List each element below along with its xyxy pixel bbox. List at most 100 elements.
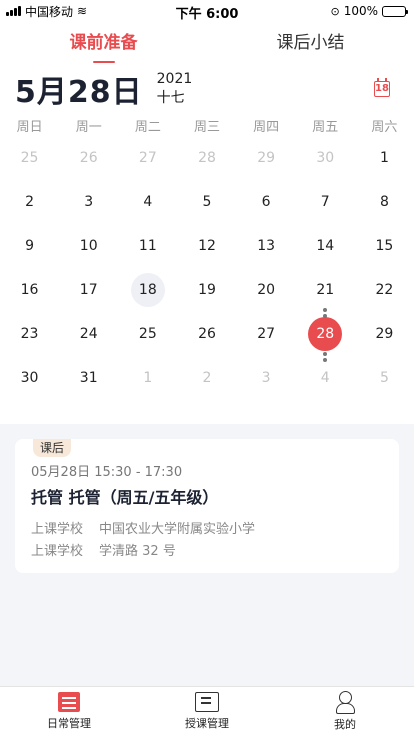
calendar-day[interactable]: 26	[59, 136, 118, 180]
calendar-day[interactable]: 30	[296, 136, 355, 180]
day-number: 30	[20, 370, 39, 386]
calendar-week: 25 26 27 28 29 30 1	[0, 136, 414, 180]
calendar-week: 23 24 25 26 27 28 29	[0, 312, 414, 356]
tab-pre-class[interactable]: 课前准备	[0, 22, 207, 64]
status-left: 中国移动 ≋	[6, 3, 87, 20]
day-number: 16	[20, 282, 39, 298]
day-number: 7	[320, 194, 330, 210]
calendar-day[interactable]: 9	[0, 224, 59, 268]
calendar-today-icon[interactable]: 18	[374, 78, 390, 97]
calendar-day[interactable]: 16	[0, 268, 59, 312]
day-number: 8	[379, 194, 389, 210]
carrier-label: 中国移动	[25, 4, 74, 19]
calendar-day[interactable]: 17	[59, 268, 118, 312]
calendar-day[interactable]: 8	[355, 180, 414, 224]
day-number: 4	[143, 194, 153, 210]
day-number: 26	[79, 150, 98, 166]
calendar-day[interactable]: 4	[296, 356, 355, 400]
tab-label: 我的	[334, 718, 356, 731]
day-number: 1	[143, 370, 153, 386]
orientation-lock-icon: ⊙	[330, 4, 340, 18]
calendar-day[interactable]: 11	[118, 224, 177, 268]
profile-icon	[335, 691, 355, 714]
day-number: 1	[379, 150, 389, 166]
calendar-day[interactable]: 29	[355, 312, 414, 356]
calendar-day[interactable]: 21	[296, 268, 355, 312]
weekday-header: 周日 周一 周二 周三 周四 周五 周六	[0, 114, 414, 136]
battery-percent: 100%	[343, 4, 378, 18]
row-value: 学清路 32 号	[99, 544, 176, 559]
day-number: 28	[308, 317, 343, 351]
calendar-week: 16 17 18 19 20 21 22	[0, 268, 414, 312]
calendar-day[interactable]: 5	[355, 356, 414, 400]
day-number: 28	[198, 150, 216, 166]
calendar-day[interactable]: 20	[237, 268, 296, 312]
day-number: 5	[379, 370, 389, 386]
calendar-day[interactable]: 27	[118, 136, 177, 180]
calendar-day[interactable]: 6	[237, 180, 296, 224]
calendar-day-today[interactable]: 18	[118, 268, 177, 312]
calendar-day[interactable]: 7	[296, 180, 355, 224]
calendar-day[interactable]: 30	[0, 356, 59, 400]
calendar-day[interactable]: 25	[0, 136, 59, 180]
calendar-day[interactable]: 2	[0, 180, 59, 224]
daily-management-icon	[58, 692, 80, 712]
calendar-day[interactable]: 4	[118, 180, 177, 224]
day-number: 21	[316, 282, 335, 298]
battery-icon	[382, 5, 408, 17]
calendar-day[interactable]: 3	[59, 180, 118, 224]
calendar-day[interactable]: 15	[355, 224, 414, 268]
tab-label: 授课管理	[185, 717, 229, 730]
weekday-label: 周三	[193, 119, 220, 135]
calendar-day[interactable]: 22	[355, 268, 414, 312]
calendar-day[interactable]: 14	[296, 224, 355, 268]
calendar-day[interactable]: 26	[177, 312, 236, 356]
calendar-day[interactable]: 31	[59, 356, 118, 400]
day-number: 9	[25, 238, 35, 254]
calendar-day[interactable]: 3	[237, 356, 296, 400]
lesson-time: 05月28日 15:30 - 17:30	[31, 465, 183, 480]
row-value: 中国农业大学附属实验小学	[99, 522, 256, 537]
row-label: 上课学校	[31, 522, 84, 537]
calendar-day[interactable]: 2	[177, 356, 236, 400]
day-number: 2	[25, 194, 35, 210]
weekday-label: 周四	[253, 119, 280, 135]
calendar-day[interactable]: 28	[177, 136, 236, 180]
calendar-day[interactable]: 10	[59, 224, 118, 268]
calendar-day[interactable]: 27	[237, 312, 296, 356]
day-number: 29	[375, 326, 394, 342]
day-number: 27	[138, 150, 157, 166]
tab-label: 日常管理	[47, 717, 91, 730]
day-number: 4	[320, 370, 330, 386]
calendar-day[interactable]: 25	[118, 312, 177, 356]
day-number: 24	[79, 326, 98, 342]
calendar-day[interactable]: 23	[0, 312, 59, 356]
day-number: 13	[257, 238, 276, 254]
calendar-day[interactable]: 13	[237, 224, 296, 268]
calendar-day[interactable]: 5	[177, 180, 236, 224]
calendar-day[interactable]: 29	[237, 136, 296, 180]
weekday-label: 周日	[16, 119, 43, 135]
calendar-day[interactable]: 1	[355, 136, 414, 180]
calendar-day-selected[interactable]: 28	[296, 312, 355, 356]
tab-daily-management[interactable]: 日常管理	[0, 687, 138, 736]
calendar-day[interactable]: 24	[59, 312, 118, 356]
calendar-day[interactable]: 19	[177, 268, 236, 312]
tab-post-class[interactable]: 课后小结	[207, 22, 414, 64]
calendar-day[interactable]: 1	[118, 356, 177, 400]
bottom-tab-bar: 日常管理 授课管理 我的	[0, 686, 414, 736]
day-number: 17	[79, 282, 98, 298]
day-number: 20	[257, 282, 276, 298]
day-number: 14	[316, 238, 335, 254]
day-number: 15	[375, 238, 394, 254]
lesson-school-row: 上课学校 中国农业大学附属实验小学	[31, 518, 255, 537]
day-number: 12	[198, 238, 216, 254]
tab-profile[interactable]: 我的	[276, 687, 414, 736]
day-number: 6	[261, 194, 271, 210]
lesson-card[interactable]: 课后 05月28日 15:30 - 17:30 托管 托管（周五/五年级） 上课…	[15, 439, 399, 573]
day-number: 3	[261, 370, 271, 386]
tab-class-management[interactable]: 授课管理	[138, 687, 276, 736]
calendar-grid: 25 26 27 28 29 30 1 2 3 4 5 6 7 8 9 10 11 12 13 14 15 16 17 18 1…	[0, 136, 414, 400]
calendar-day[interactable]: 12	[177, 224, 236, 268]
lesson-badge: 课后	[33, 439, 71, 457]
